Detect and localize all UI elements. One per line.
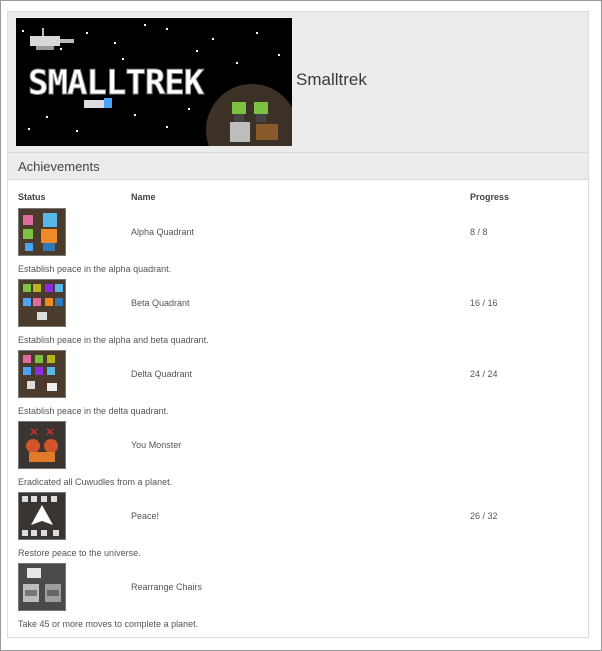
achievement-name: You Monster	[131, 440, 182, 450]
achievement-name: Peace!	[131, 511, 160, 521]
column-header-name: Name	[131, 192, 156, 202]
achievement-row: Beta Quadrant 16 / 16 Establish peace in…	[8, 279, 588, 349]
achievement-description: Establish peace in the delta quadrant.	[18, 406, 169, 416]
achievement-row: Peace! 26 / 32 Restore peace to the univ…	[8, 492, 588, 562]
achievement-row: Delta Quadrant 24 / 24 Establish peace i…	[8, 350, 588, 420]
game-header: SMALLTREK Smalltrek	[8, 12, 588, 153]
achievement-description: Take 45 or more moves to complete a plan…	[18, 619, 199, 629]
achievements-panel: SMALLTREK Smalltrek Achievements Status …	[7, 11, 589, 638]
banner-art: SMALLTREK	[16, 18, 292, 146]
beta-quadrant-badge-icon	[18, 279, 66, 327]
achievement-progress: 8 / 8	[470, 227, 488, 237]
alpha-quadrant-badge-icon	[18, 208, 66, 256]
achievement-name: Delta Quadrant	[131, 369, 193, 379]
achievement-name: Alpha Quadrant	[131, 227, 195, 237]
section-title: Achievements	[18, 159, 100, 174]
achievement-description: Establish peace in the alpha quadrant.	[18, 264, 172, 274]
achievement-name: Rearrange Chairs	[131, 582, 203, 592]
achievement-progress: 16 / 16	[470, 298, 498, 308]
column-header-progress: Progress	[470, 192, 510, 202]
achievement-description: Restore peace to the universe.	[18, 548, 141, 558]
game-title: Smalltrek	[296, 70, 367, 89]
achievement-row: Alpha Quadrant 8 / 8 Establish peace in …	[8, 208, 588, 278]
banner-title-text: SMALLTREK	[28, 63, 205, 103]
achievement-row: ✕ ✕ You Monster Eradicated all Cuwudles …	[8, 421, 588, 491]
peace-badge-icon	[18, 492, 66, 540]
svg-text:✕: ✕	[29, 425, 39, 439]
achievement-description: Eradicated all Cuwudles from a planet.	[18, 477, 173, 487]
window-frame: SMALLTREK Smalltrek Achievements Status …	[0, 0, 602, 651]
achievement-row: Rearrange Chairs Take 45 or more moves t…	[8, 563, 588, 633]
svg-text:✕: ✕	[45, 425, 55, 439]
achievements-section-header: Achievements	[8, 153, 588, 180]
game-banner-image: SMALLTREK	[16, 18, 292, 146]
column-header-status: Status	[18, 192, 46, 202]
rearrange-chairs-badge-icon	[18, 563, 66, 611]
achievement-progress: 26 / 32	[470, 511, 498, 521]
achievement-name: Beta Quadrant	[131, 298, 190, 308]
you-monster-badge-icon: ✕ ✕	[18, 421, 66, 469]
delta-quadrant-badge-icon	[18, 350, 66, 398]
achievement-progress: 24 / 24	[470, 369, 498, 379]
achievement-description: Establish peace in the alpha and beta qu…	[18, 335, 209, 345]
